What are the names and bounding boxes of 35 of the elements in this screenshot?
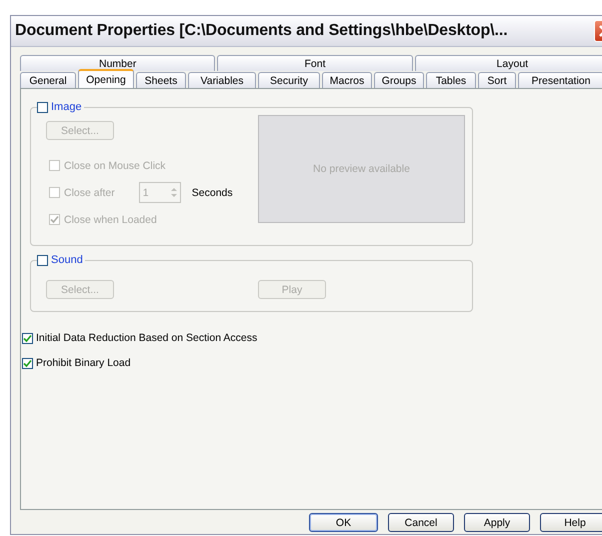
dialog-button[interactable]: Help <box>540 513 602 532</box>
tab[interactable]: Layout <box>414 55 602 71</box>
tab[interactable]: Number <box>20 55 216 71</box>
tab[interactable]: Variables <box>188 72 256 88</box>
tab[interactable]: General <box>20 72 76 88</box>
option-label: Close on Mouse Click <box>64 160 166 172</box>
check-icon <box>23 358 32 368</box>
tab[interactable]: Presentation <box>518 72 602 88</box>
tab[interactable]: Security <box>258 72 320 88</box>
option-label: Initial Data Reduction Based on Section Access <box>36 332 258 344</box>
check-icon <box>23 334 32 342</box>
tab[interactable]: Sheets <box>136 72 186 88</box>
checkbox[interactable] <box>37 254 48 266</box>
group-label: Image <box>51 101 82 113</box>
dialog-button[interactable]: Cancel <box>388 513 454 532</box>
checkbox[interactable] <box>22 332 33 344</box>
tab[interactable]: Font <box>217 55 413 71</box>
tab[interactable]: Tables <box>426 72 476 88</box>
tab[interactable]: Opening <box>78 69 134 88</box>
window-title: Document Properties [C:\Documents and Settings\hbe\Desktop\... <box>15 22 509 40</box>
tab[interactable]: Sort <box>478 72 516 88</box>
spinner-value: 1 <box>142 186 149 198</box>
tab[interactable]: Groups <box>374 72 424 88</box>
tab[interactable]: Macros <box>322 72 372 88</box>
checkbox[interactable] <box>37 102 48 112</box>
option-label: Prohibit Binary Load <box>36 357 131 369</box>
dialog-button[interactable]: Apply <box>464 513 530 532</box>
check-icon <box>50 215 59 224</box>
group-label: Sound <box>51 254 83 266</box>
option-label: Close after <box>64 186 115 198</box>
dialog-button[interactable]: OK <box>309 513 378 532</box>
option-label: Close when Loaded <box>64 214 157 226</box>
unit-label: Seconds <box>192 186 233 198</box>
checkbox[interactable] <box>22 358 33 368</box>
preview-message: No preview available <box>313 163 410 175</box>
